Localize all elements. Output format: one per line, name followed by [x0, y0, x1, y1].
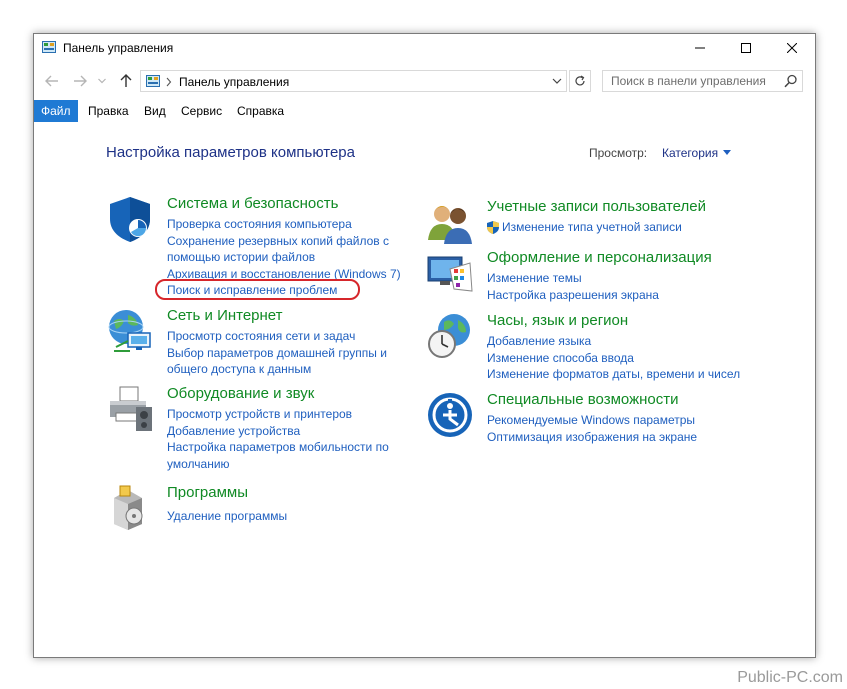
link-check-computer-status[interactable]: Проверка состояния компьютера [167, 216, 407, 233]
category-title[interactable]: Программы [167, 484, 248, 501]
accessibility-icon [428, 393, 472, 437]
link-recommended-settings[interactable]: Рекомендуемые Windows параметры [487, 412, 727, 429]
category-title[interactable]: Специальные возможности [487, 391, 679, 408]
menu-file[interactable]: Файл [34, 100, 78, 122]
forward-button[interactable] [70, 71, 90, 91]
link-network-status[interactable]: Просмотр состояния сети и задач [167, 328, 407, 345]
chevron-right-icon [166, 77, 172, 87]
address-history-button[interactable] [548, 70, 566, 92]
minimize-button[interactable] [677, 34, 723, 62]
menu-edit[interactable]: Правка [81, 100, 136, 122]
chevron-down-icon [552, 78, 562, 84]
maximize-button[interactable] [723, 34, 769, 62]
maximize-icon [741, 43, 751, 53]
link-devices-printers[interactable]: Просмотр устройств и принтеров [167, 406, 407, 423]
link-optimize-display[interactable]: Оптимизация изображения на экране [487, 429, 727, 446]
link-date-time-formats[interactable]: Изменение форматов даты, времени и чисел [487, 366, 740, 383]
minimize-icon [695, 47, 705, 49]
refresh-icon [575, 75, 585, 86]
link-label: Изменение типа учетной записи [502, 220, 682, 234]
menu-help[interactable]: Справка [230, 100, 291, 122]
network-globe-icon [108, 310, 151, 352]
link-mobility-settings[interactable]: Настройка параметров мобильности по умол… [167, 439, 397, 472]
link-add-device[interactable]: Добавление устройства [167, 423, 407, 440]
menu-view[interactable]: Вид [137, 100, 173, 122]
category-title[interactable]: Оформление и персонализация [487, 249, 712, 266]
menu-tools[interactable]: Сервис [174, 100, 229, 122]
watermark-text: Public-PC.com [737, 669, 843, 686]
address-bar[interactable]: Панель управления [140, 70, 567, 92]
shield-icon [110, 197, 150, 242]
search-icon[interactable] [784, 74, 798, 88]
recent-locations-button[interactable] [96, 71, 108, 91]
category-title[interactable]: Система и безопасность [167, 195, 338, 212]
category-title[interactable]: Часы, язык и регион [487, 312, 628, 329]
arrow-up-icon [120, 74, 132, 87]
search-input[interactable] [603, 71, 786, 91]
view-by-dropdown[interactable]: Категория [662, 146, 718, 160]
search-box [602, 70, 803, 92]
title-bar: Панель управления [34, 34, 815, 62]
window-title: Панель управления [63, 41, 174, 55]
link-add-language[interactable]: Добавление языка [487, 333, 727, 350]
address-text: Панель управления [179, 75, 290, 89]
arrow-right-icon [74, 75, 87, 87]
link-screen-resolution[interactable]: Настройка разрешения экрана [487, 287, 727, 304]
uac-shield-icon [487, 220, 499, 234]
printer-icon [110, 386, 152, 431]
link-change-input-method[interactable]: Изменение способа ввода [487, 350, 727, 367]
link-file-history-backup[interactable]: Сохранение резервных копий файлов с помо… [167, 233, 397, 266]
category-title[interactable]: Оборудование и звук [167, 385, 314, 402]
control-panel-window: Панель управления Панель управления Поис… [33, 33, 816, 658]
close-icon [787, 43, 797, 53]
caret-down-icon[interactable] [723, 150, 731, 155]
back-button[interactable] [42, 71, 62, 91]
page-title: Настройка параметров компьютера [106, 144, 355, 161]
menu-bar: Файл Правка Вид Сервис Справка [34, 100, 815, 122]
monitor-palette-icon [427, 256, 473, 292]
programs-box-icon [114, 485, 143, 530]
refresh-button[interactable] [569, 70, 591, 92]
view-by-label: Просмотр: [589, 146, 648, 160]
link-uninstall-program[interactable]: Удаление программы [167, 508, 407, 525]
up-button[interactable] [116, 71, 136, 91]
highlight-annotation [155, 279, 360, 300]
category-title[interactable]: Учетные записи пользователей [487, 198, 706, 215]
category-title[interactable]: Сеть и Интернет [167, 307, 283, 324]
close-button[interactable] [769, 34, 815, 62]
link-change-theme[interactable]: Изменение темы [487, 270, 727, 287]
chevron-down-icon [98, 78, 106, 84]
link-homegroup-sharing[interactable]: Выбор параметров домашней группы и общег… [167, 345, 397, 378]
control-panel-icon [146, 75, 160, 87]
navigation-bar: Панель управления [34, 67, 815, 95]
link-change-account-type[interactable]: Изменение типа учетной записи [487, 219, 727, 236]
arrow-left-icon [45, 75, 58, 87]
users-icon [428, 206, 472, 244]
clock-globe-icon [428, 314, 470, 358]
control-panel-icon [42, 41, 56, 53]
